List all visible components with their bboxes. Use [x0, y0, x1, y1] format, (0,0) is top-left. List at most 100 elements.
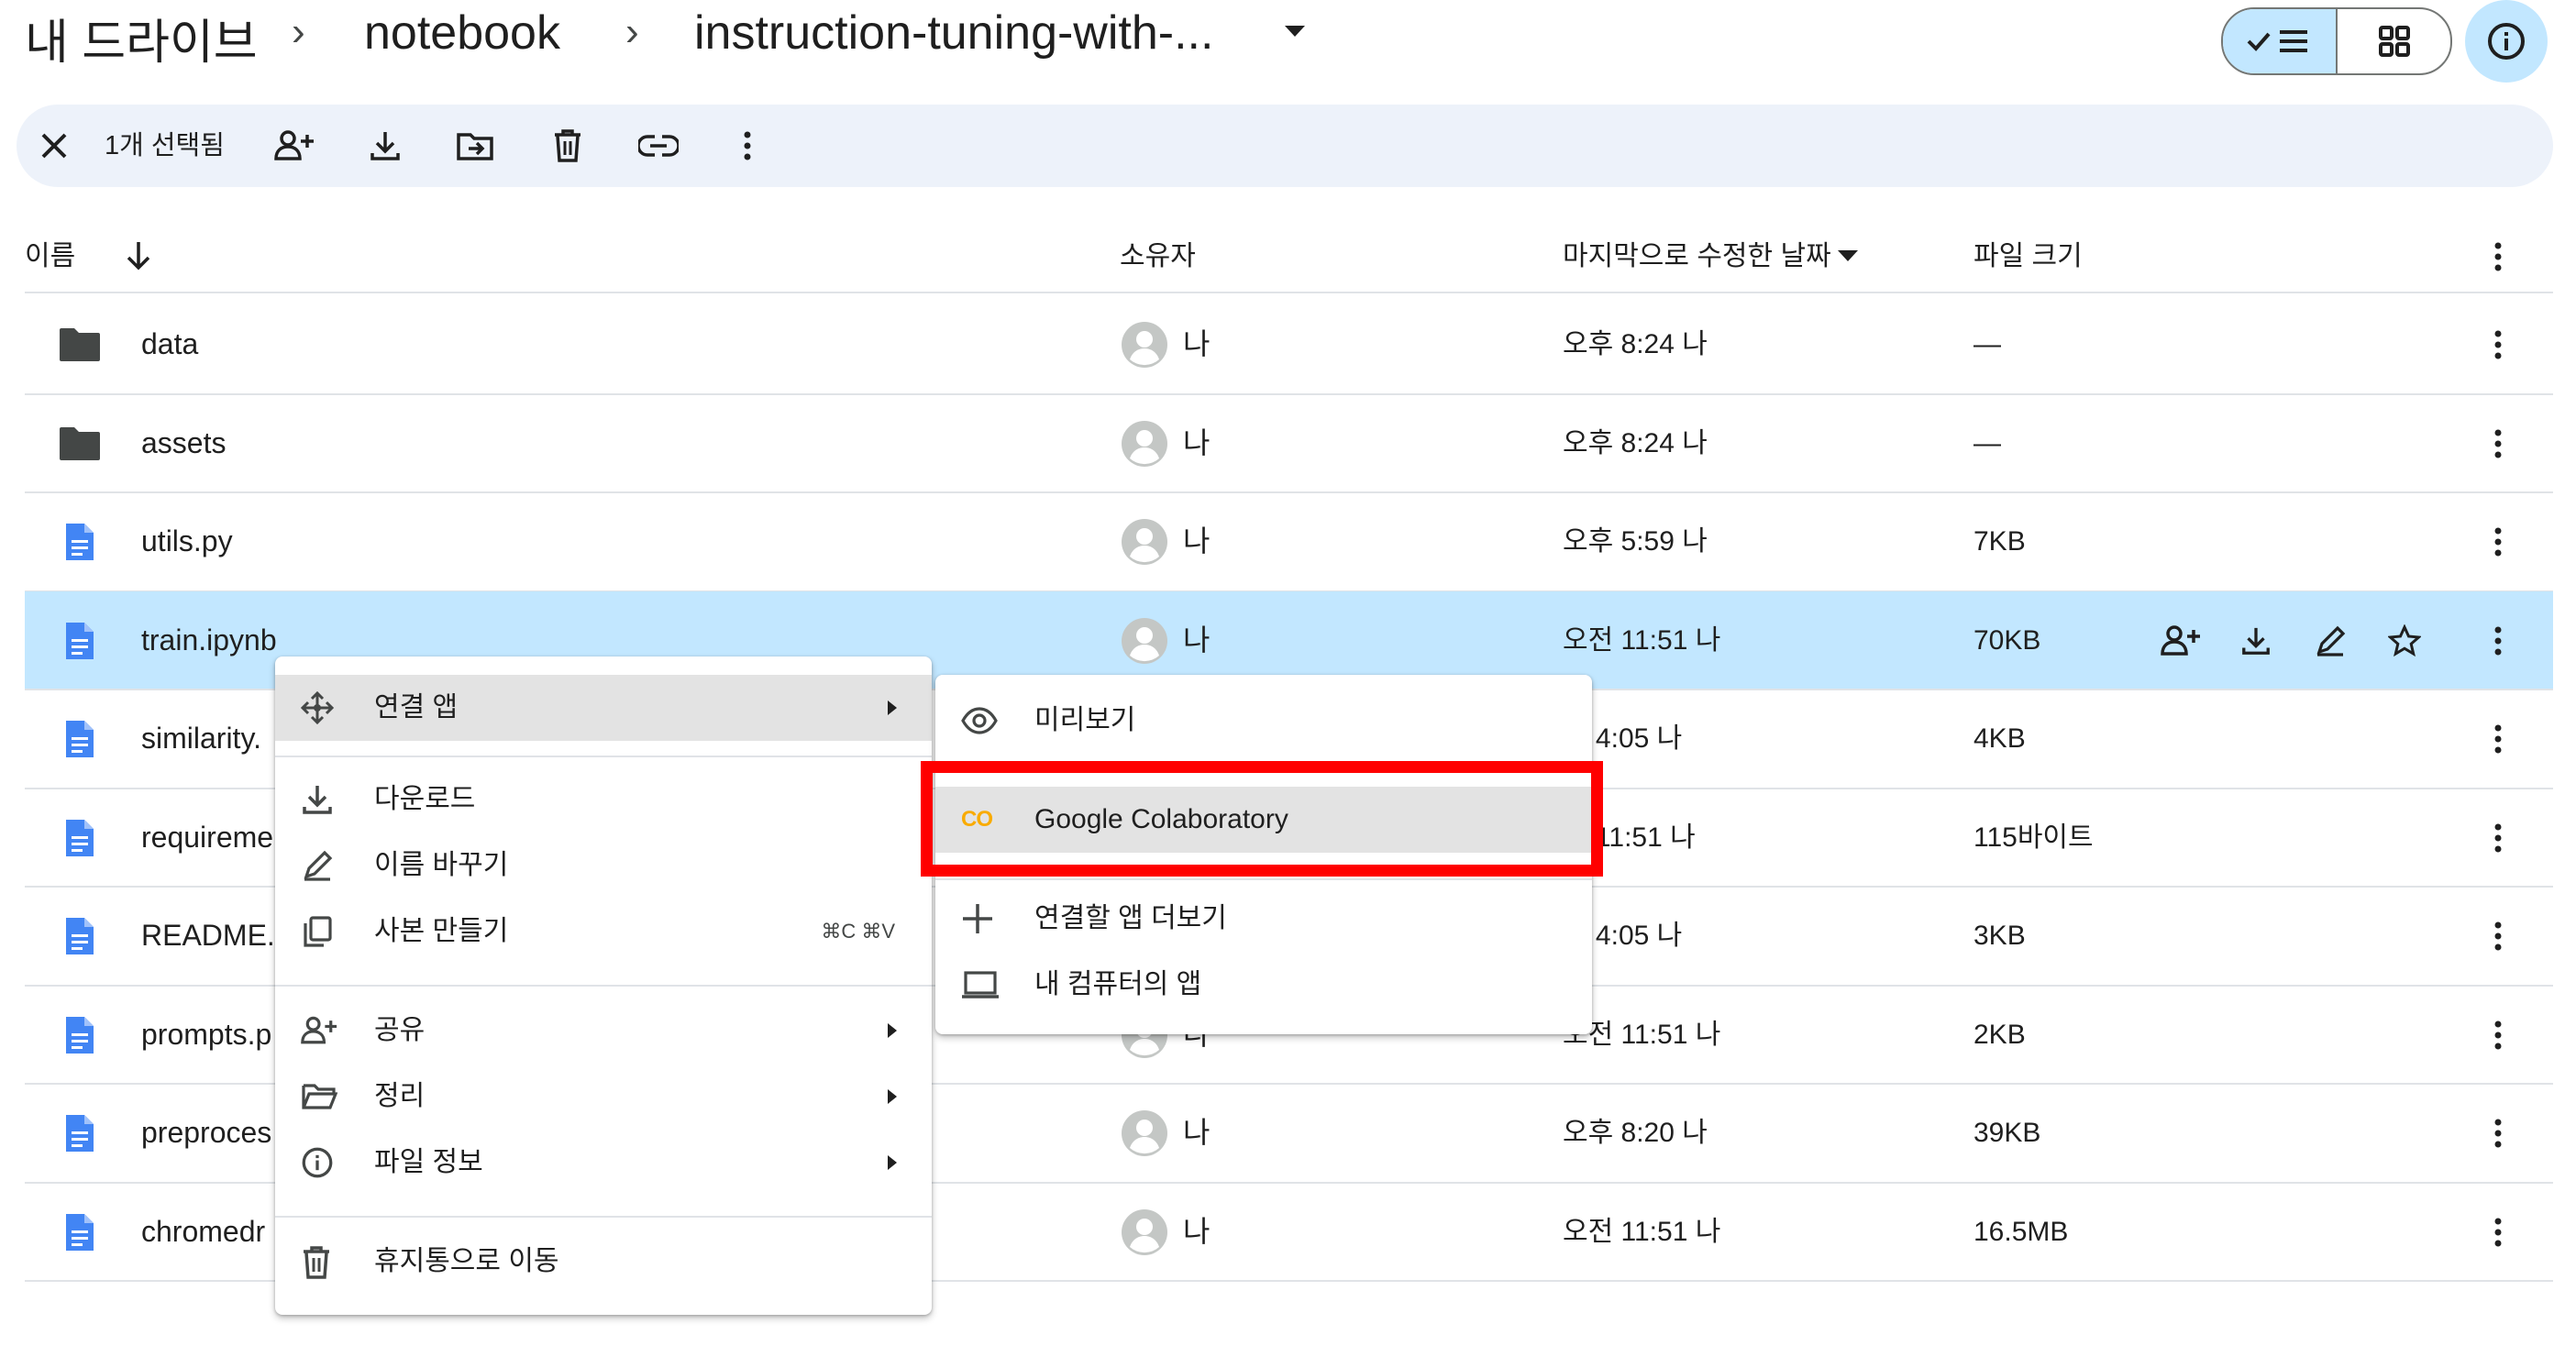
- sort-dropdown-icon[interactable]: [1838, 250, 1858, 261]
- file-name[interactable]: similarity.: [141, 690, 261, 788]
- menu-item-rename[interactable]: 이름 바꾸기: [275, 833, 932, 899]
- header-size[interactable]: 파일 크기: [1973, 229, 2083, 284]
- file-name[interactable]: README.r: [141, 887, 284, 985]
- owner: 나: [1183, 327, 1211, 360]
- avatar-icon: [1121, 1109, 1168, 1157]
- share-icon[interactable]: [2155, 615, 2206, 667]
- menu-divider: [275, 1216, 932, 1218]
- document-icon: [58, 717, 102, 761]
- row-more-icon[interactable]: [2472, 812, 2524, 864]
- download-icon[interactable]: [2230, 615, 2282, 667]
- submenu-label-computer-apps: 내 컴퓨터의 앱: [1034, 969, 1202, 999]
- table-row[interactable]: utils.py 나 오후 5:59 나 7KB: [25, 492, 2553, 590]
- menu-divider: [935, 878, 1592, 880]
- document-icon: [58, 1111, 102, 1155]
- info-icon: [301, 1146, 334, 1179]
- highlight-box: [921, 761, 1603, 877]
- header-name[interactable]: 이름: [25, 229, 75, 284]
- file-name[interactable]: assets: [141, 394, 226, 492]
- rename-pencil-icon[interactable]: [2305, 615, 2356, 667]
- eye-icon: [961, 704, 998, 737]
- star-icon[interactable]: [2379, 615, 2430, 667]
- file-name[interactable]: prompts.p: [141, 986, 271, 1084]
- table-row[interactable]: assets 나 오후 8:24 나 —: [25, 394, 2553, 492]
- breadcrumb-root[interactable]: 내 드라이브: [25, 4, 258, 72]
- owner: 나: [1183, 425, 1211, 459]
- row-more-icon[interactable]: [2472, 713, 2524, 765]
- file-name[interactable]: data: [141, 295, 198, 393]
- laptop-icon: [961, 968, 999, 1001]
- menu-label-download: 다운로드: [374, 784, 476, 814]
- menu-item-open-with[interactable]: 연결 앱: [275, 675, 932, 741]
- share-button[interactable]: [262, 105, 326, 187]
- avatar-icon: [1121, 1208, 1168, 1256]
- menu-item-make-copy[interactable]: 사본 만들기 ⌘C ⌘V: [275, 899, 932, 965]
- submenu-arrow-icon: [888, 1023, 897, 1038]
- row-more-icon[interactable]: [2472, 418, 2524, 469]
- row-more-icon[interactable]: [2472, 319, 2524, 370]
- sort-arrow-down-icon[interactable]: [117, 235, 160, 277]
- breadcrumb-folder[interactable]: notebook: [364, 6, 560, 61]
- row-more-icon[interactable]: [2472, 1108, 2524, 1159]
- modified-date: 오후 8:24 나: [1563, 329, 1708, 359]
- plus-icon: [961, 902, 994, 935]
- move-button[interactable]: [443, 105, 507, 187]
- file-name[interactable]: utils.py: [141, 492, 233, 590]
- copy-link-button[interactable]: [626, 105, 691, 187]
- breadcrumb-current[interactable]: instruction-tuning-with-...: [694, 6, 1213, 61]
- link-icon: [638, 135, 679, 157]
- selection-toolbar: 1개 선택됨: [17, 105, 2553, 187]
- menu-item-organize[interactable]: 정리: [275, 1064, 932, 1130]
- menu-label-trash: 휴지통으로 이동: [374, 1246, 559, 1276]
- download-button[interactable]: [353, 105, 417, 187]
- submenu-arrow-icon: [888, 1155, 897, 1170]
- modified-date: 오후 8:24 나: [1563, 427, 1708, 458]
- trash-icon: [555, 129, 580, 162]
- owner: 나: [1183, 1116, 1211, 1149]
- more-actions-button[interactable]: [715, 105, 779, 187]
- file-name[interactable]: train.ipynb: [141, 591, 277, 690]
- file-name[interactable]: requireme: [141, 789, 273, 887]
- file-name[interactable]: preproces: [141, 1084, 271, 1182]
- menu-item-share[interactable]: 공유: [275, 998, 932, 1064]
- menu-label-open-with: 연결 앱: [374, 692, 459, 723]
- file-name[interactable]: chromedr: [141, 1183, 265, 1281]
- row-more-icon[interactable]: [2472, 1009, 2524, 1061]
- file-size: 39KB: [1973, 1118, 2041, 1148]
- row-more-icon[interactable]: [2472, 615, 2524, 667]
- menu-item-download[interactable]: 다운로드: [275, 767, 932, 833]
- document-icon: [58, 914, 102, 958]
- submenu-item-more-apps[interactable]: 연결할 앱 더보기: [935, 886, 1592, 952]
- header-modified[interactable]: 마지막으로 수정한 날짜: [1563, 229, 1831, 284]
- document-icon: [58, 816, 102, 860]
- menu-item-file-info[interactable]: 파일 정보: [275, 1130, 932, 1196]
- header-owner[interactable]: 소유자: [1120, 229, 1196, 284]
- add-person-icon: [274, 130, 314, 160]
- clear-selection-button[interactable]: [22, 105, 86, 187]
- submenu-label-preview: 미리보기: [1034, 705, 1136, 735]
- grid-view-button[interactable]: [2338, 9, 2450, 73]
- modified-date: 오전 11:51 나: [1563, 1216, 1721, 1247]
- header-more-icon[interactable]: [2472, 229, 2524, 284]
- delete-button[interactable]: [536, 105, 600, 187]
- selected-count: 1개 선택됨: [105, 131, 225, 160]
- owner: 나: [1183, 1214, 1211, 1248]
- row-more-icon[interactable]: [2472, 1207, 2524, 1258]
- list-view-button[interactable]: [2223, 9, 2338, 73]
- row-more-icon[interactable]: [2472, 516, 2524, 568]
- document-icon: [58, 520, 102, 564]
- row-more-icon[interactable]: [2472, 910, 2524, 962]
- folder-icon: [58, 422, 102, 466]
- menu-item-trash[interactable]: 휴지통으로 이동: [275, 1229, 932, 1295]
- trash-icon: [301, 1245, 334, 1279]
- submenu-item-computer-apps[interactable]: 내 컴퓨터의 앱: [935, 952, 1592, 1018]
- avatar-icon: [1121, 518, 1168, 566]
- info-button[interactable]: [2465, 0, 2548, 83]
- document-icon: [58, 619, 102, 663]
- table-row[interactable]: data 나 오후 8:24 나 —: [25, 295, 2553, 393]
- submenu-item-preview[interactable]: 미리보기: [935, 688, 1592, 754]
- breadcrumb-dropdown-icon[interactable]: [1285, 26, 1305, 37]
- owner: 나: [1183, 524, 1211, 557]
- folder-open-icon: [301, 1080, 337, 1113]
- add-person-icon: [301, 1014, 337, 1047]
